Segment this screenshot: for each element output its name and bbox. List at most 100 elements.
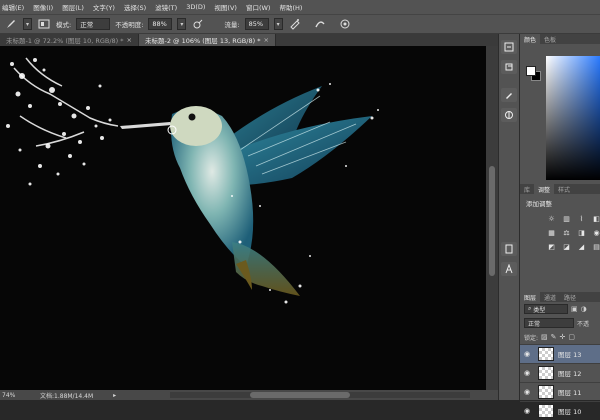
info-panel-icon[interactable] — [501, 242, 517, 256]
smoothing-icon[interactable] — [313, 17, 327, 31]
menu-layer[interactable]: 图层(L) — [62, 2, 84, 12]
status-bar: 74% 文档:1.88M/14.4M ▸ — [0, 390, 498, 400]
pressure-size-icon[interactable] — [338, 17, 352, 31]
layer-row[interactable]: ◉ 图层 10 — [520, 401, 600, 420]
collapsed-panel-column — [498, 34, 520, 400]
visibility-eye-icon[interactable]: ◉ — [520, 407, 534, 415]
menu-bar: 编辑(E) 图像(I) 图层(L) 文字(Y) 选择(S) 滤镜(T) 3D(D… — [0, 0, 600, 14]
layer-name: 图层 12 — [558, 370, 582, 378]
tab-layers[interactable]: 图层 — [520, 292, 541, 302]
layers-panel: ⌕ 类型 ▣ ◑ 正常 不透 锁定: ▨ ✎ ✛ ▢ ◉ 图层 13 ◉ 图层 … — [520, 302, 600, 420]
canvas-horizontal-scrollbar[interactable] — [170, 392, 470, 398]
tab-channels[interactable]: 通道 — [540, 292, 560, 302]
layer-row[interactable]: ◉ 图层 12 — [520, 363, 600, 382]
canvas-vertical-scrollbar[interactable] — [486, 46, 498, 390]
menu-edit[interactable]: 编辑(E) — [2, 2, 24, 12]
tab-libraries[interactable]: 库 — [520, 184, 534, 194]
clone-source-icon[interactable] — [501, 108, 517, 122]
photo-filter-icon[interactable]: ◉ — [591, 228, 600, 237]
lock-row: 锁定: ▨ ✎ ✛ ▢ — [520, 330, 600, 344]
layer-kind-filter[interactable]: ⌕ 类型 — [524, 304, 568, 314]
adjustment-filter-icon[interactable]: ◑ — [581, 305, 587, 313]
pressure-opacity-icon[interactable] — [191, 17, 205, 31]
visibility-eye-icon[interactable]: ◉ — [520, 369, 534, 377]
document-tabs: 未标题-1 @ 72.2% (图层 10, RGB/8) * × 未标题-2 @… — [0, 34, 500, 46]
brush-tool-icon[interactable] — [4, 17, 18, 31]
lock-paint-icon[interactable]: ✎ — [551, 333, 557, 341]
properties-panel-icon[interactable] — [501, 60, 517, 74]
horizontal-scroll-thumb[interactable] — [250, 392, 350, 398]
menu-type[interactable]: 文字(Y) — [93, 2, 115, 12]
visibility-eye-icon[interactable]: ◉ — [520, 388, 534, 396]
flow-field[interactable]: 85% — [244, 18, 269, 30]
menu-select[interactable]: 选择(S) — [124, 2, 146, 12]
visibility-eye-icon[interactable]: ◉ — [520, 350, 534, 358]
pixel-filter-icon[interactable]: ▣ — [571, 305, 578, 313]
menu-image[interactable]: 图像(I) — [33, 2, 53, 12]
brush-preset-dropdown[interactable]: ▾ — [23, 18, 32, 30]
hummingbird-artwork — [6, 57, 379, 304]
tab-styles[interactable]: 样式 — [554, 184, 574, 194]
tab-paths[interactable]: 路径 — [560, 292, 580, 302]
menu-3d[interactable]: 3D(D) — [186, 3, 205, 11]
opacity-field[interactable]: 88% — [148, 18, 173, 30]
brightness-icon[interactable]: ☼ — [546, 214, 557, 223]
threshold-icon[interactable]: ◢ — [576, 242, 587, 251]
color-balance-icon[interactable]: ⚖ — [561, 228, 572, 237]
opacity-dropdown[interactable]: ▾ — [177, 18, 187, 30]
flow-label: 流量: — [224, 21, 240, 29]
document-canvas[interactable] — [0, 46, 486, 390]
tab-document-1[interactable]: 未标题-1 @ 72.2% (图层 10, RGB/8) * × — [0, 34, 139, 46]
lock-label: 锁定: — [524, 334, 539, 342]
mode-select[interactable]: 正常 — [76, 18, 111, 30]
menu-help[interactable]: 帮助(H) — [279, 2, 302, 12]
blend-row: 正常 不透 — [520, 316, 600, 330]
gradient-map-icon[interactable]: ▤ — [591, 242, 600, 251]
layer-row[interactable]: ◉ 图层 13 — [520, 344, 600, 363]
layer-filter-row: ⌕ 类型 ▣ ◑ — [520, 302, 600, 316]
brush-panel-icon[interactable] — [501, 88, 517, 102]
tab-adjustments[interactable]: 调整 — [534, 184, 555, 194]
character-panel-icon[interactable] — [501, 262, 517, 276]
foreground-color-swatch[interactable] — [526, 66, 536, 76]
lock-pixels-icon[interactable]: ▨ — [541, 333, 548, 341]
levels-icon[interactable]: ▥ — [561, 214, 572, 223]
document-size-info: 文档:1.88M/14.4M — [40, 392, 94, 400]
layer-name: 图层 10 — [558, 408, 582, 416]
color-picker-field[interactable] — [546, 56, 600, 180]
close-icon[interactable]: × — [263, 36, 268, 44]
curves-icon[interactable]: ⌇ — [576, 214, 587, 223]
adjustment-icons: ☼ ▥ ⌇ ◧ ▽ ▦ ⚖ ◨ ◉ ❂ ◩ ◪ ◢ ▤ ◫ — [520, 212, 600, 251]
invert-icon[interactable]: ◩ — [546, 242, 557, 251]
tab-color[interactable]: 颜色 — [520, 34, 541, 44]
zoom-level[interactable]: 74% — [0, 392, 22, 399]
flow-dropdown[interactable]: ▾ — [273, 18, 283, 30]
posterize-icon[interactable]: ◪ — [561, 242, 572, 251]
vertical-scroll-thumb[interactable] — [489, 166, 495, 276]
layer-thumbnail — [538, 366, 554, 380]
adjustments-panel-tabs: 库 调整 样式 — [520, 184, 600, 194]
tab-swatches[interactable]: 色板 — [540, 34, 560, 44]
lock-all-icon[interactable]: ▢ — [568, 333, 575, 341]
exposure-icon[interactable]: ◧ — [591, 214, 600, 223]
blend-mode-select[interactable]: 正常 — [524, 318, 574, 328]
tab-document-2-label: 未标题-2 @ 106% (图层 13, RGB/8) * — [144, 37, 261, 45]
menu-window[interactable]: 窗口(W) — [246, 2, 271, 12]
color-panel-tabs: 颜色 色板 — [520, 34, 600, 44]
history-panel-icon[interactable] — [501, 40, 517, 54]
layer-row[interactable]: ◉ 图层 11 — [520, 382, 600, 401]
right-panel-dock: 颜色 色板 库 调整 样式 添加调整 ☼ ▥ ⌇ ◧ ▽ ▦ ⚖ ◨ ◉ ❂ ◩… — [520, 34, 600, 418]
menu-view[interactable]: 视图(V) — [214, 2, 237, 12]
tab-document-2[interactable]: 未标题-2 @ 106% (图层 13, RGB/8) * × — [138, 34, 276, 46]
layers-panel-tabs: 图层 通道 路径 — [520, 292, 600, 302]
status-menu-arrow[interactable]: ▸ — [113, 392, 116, 399]
brush-panel-icon[interactable] — [37, 17, 51, 31]
opacity-short-label: 不透 — [577, 320, 590, 328]
hue-saturation-icon[interactable]: ▦ — [546, 228, 557, 237]
close-icon[interactable]: × — [127, 36, 132, 44]
color-panel — [520, 44, 600, 184]
lock-position-icon[interactable]: ✛ — [560, 333, 566, 341]
airbrush-icon[interactable] — [288, 17, 302, 31]
black-white-icon[interactable]: ◨ — [576, 228, 587, 237]
menu-filter[interactable]: 滤镜(T) — [155, 2, 177, 12]
